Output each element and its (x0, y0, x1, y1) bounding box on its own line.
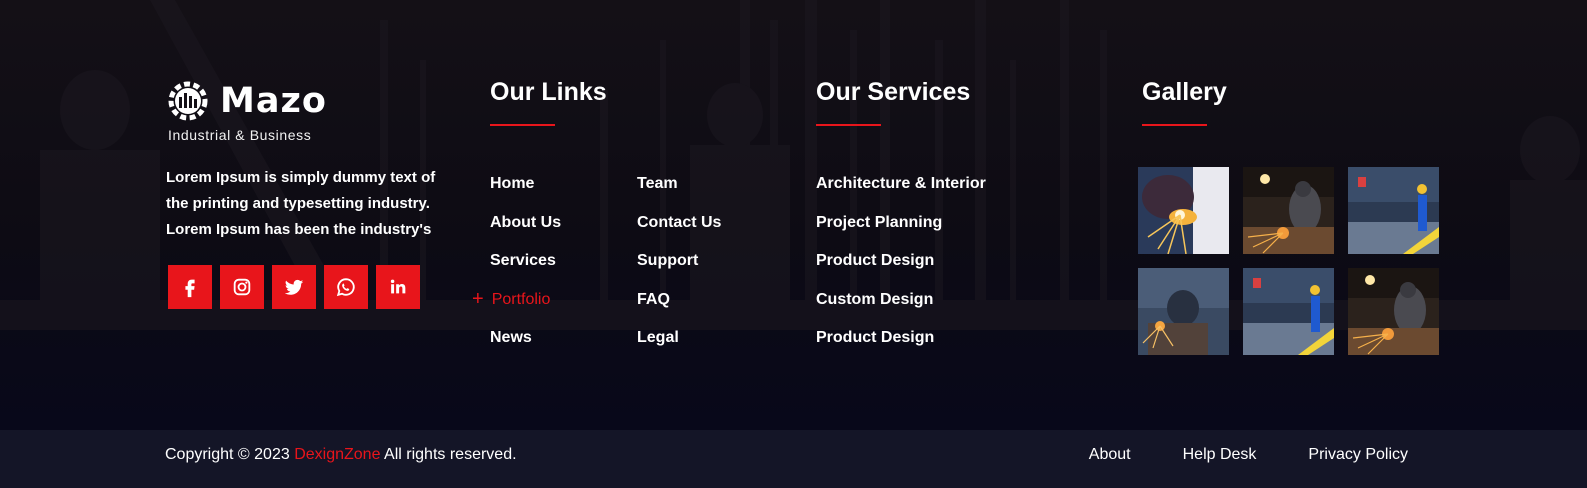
gallery-title: Gallery (1142, 78, 1227, 106)
twitter-icon (284, 279, 304, 295)
facebook-icon (185, 279, 195, 298)
link-home[interactable]: Home (490, 165, 561, 204)
gallery-grid (1138, 167, 1440, 355)
linkedin-button[interactable] (376, 265, 420, 309)
dexignzone-link[interactable]: DexignZone (294, 446, 380, 463)
brand-description: Lorem Ipsum is simply dummy text of the … (166, 169, 436, 238)
gear-factory-logo-icon (168, 81, 208, 121)
link-portfolio[interactable]: + Portfolio (472, 281, 561, 320)
whatsapp-button[interactable] (324, 265, 368, 309)
brand-name: Mazo (220, 81, 327, 121)
link-legal[interactable]: Legal (637, 319, 721, 358)
services-title: Our Services (816, 78, 971, 106)
twitter-button[interactable] (272, 265, 316, 309)
gallery-title-underline (1142, 124, 1207, 126)
link-services[interactable]: Services (490, 242, 561, 281)
links-title: Our Links (490, 78, 607, 106)
link-news[interactable]: News (490, 319, 561, 358)
links-list-primary: Home About Us Services + Portfolio News (472, 165, 561, 358)
brand-column: Mazo Industrial & Business Lorem Ipsum i… (166, 78, 456, 309)
gallery-image-grinder-worker[interactable] (1243, 167, 1334, 254)
plus-icon: + (472, 288, 484, 311)
gallery-image-factory-worker-blue-2[interactable] (1243, 268, 1334, 355)
service-item[interactable]: Project Planning (816, 204, 986, 243)
services-list: Architecture & Interior Project Planning… (816, 165, 986, 358)
link-team[interactable]: Team (637, 165, 721, 204)
link-contact-us[interactable]: Contact Us (637, 204, 721, 243)
footer-bottom-links: About Help Desk Privacy Policy (1089, 446, 1408, 464)
footer-link-privacy-policy[interactable]: Privacy Policy (1308, 446, 1408, 464)
footer-link-about[interactable]: About (1089, 446, 1131, 464)
social-links (168, 265, 456, 309)
logo[interactable]: Mazo (166, 78, 456, 124)
service-item[interactable]: Product Design (816, 242, 986, 281)
link-about-us[interactable]: About Us (490, 204, 561, 243)
facebook-button[interactable] (168, 265, 212, 309)
gallery-image-welding-sparks[interactable] (1138, 167, 1229, 254)
gallery-image-welding-factory[interactable] (1138, 268, 1229, 355)
links-title-underline (490, 124, 555, 126)
linkedin-icon (390, 279, 406, 294)
gallery-image-grinder-worker-2[interactable] (1348, 268, 1439, 355)
instagram-icon (233, 278, 251, 296)
service-item[interactable]: Product Design (816, 319, 986, 358)
service-item[interactable]: Architecture & Interior (816, 165, 986, 204)
instagram-button[interactable] (220, 265, 264, 309)
gallery-image-factory-worker-blue[interactable] (1348, 167, 1439, 254)
whatsapp-icon (336, 278, 355, 297)
services-title-underline (816, 124, 881, 126)
footer-link-help-desk[interactable]: Help Desk (1183, 446, 1257, 464)
link-faq[interactable]: FAQ (637, 281, 721, 320)
links-list-secondary: Team Contact Us Support FAQ Legal (637, 165, 721, 358)
service-item[interactable]: Custom Design (816, 281, 986, 320)
brand-tagline: Industrial & Business (168, 127, 312, 143)
copyright-text: Copyright © 2023 DexignZone All rights r… (165, 446, 517, 463)
link-support[interactable]: Support (637, 242, 721, 281)
